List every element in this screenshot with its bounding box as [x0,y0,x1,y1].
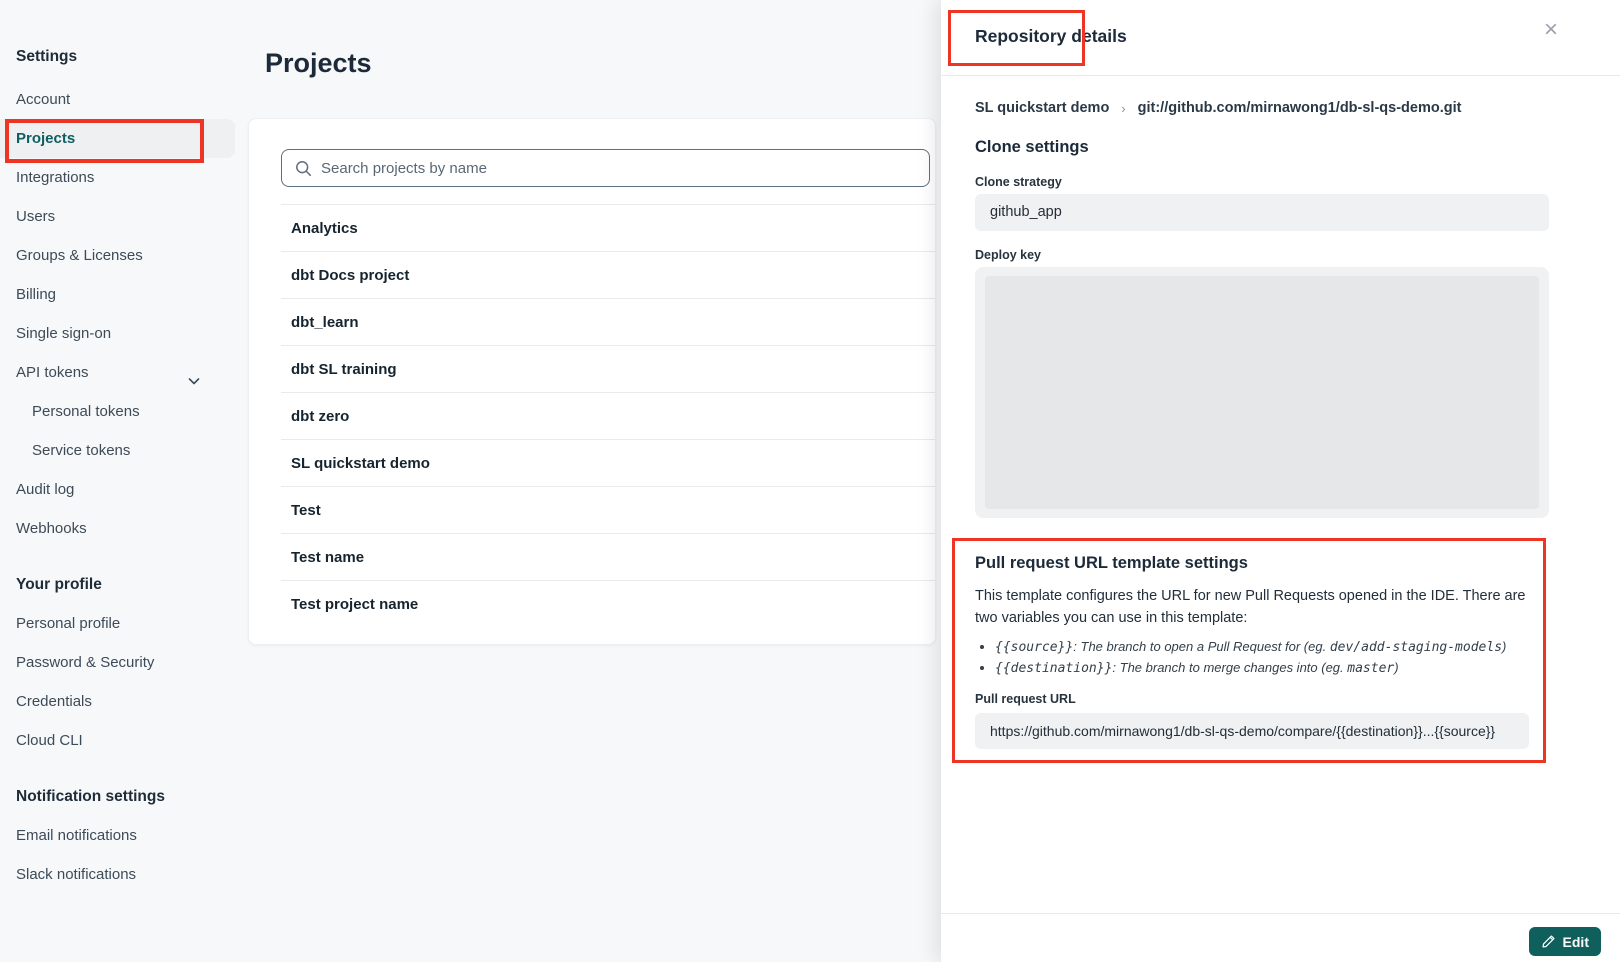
sidebar-item-personal-tokens[interactable]: Personal tokens [0,392,240,431]
sidebar-item-groups-licenses[interactable]: Groups & Licenses [0,236,240,275]
project-row-dbt-sl-training[interactable]: dbt SL training [281,346,935,393]
close-icon[interactable]: × [1544,18,1558,42]
sidebar-item-projects[interactable]: Projects [0,119,235,158]
breadcrumb-project: SL quickstart demo [975,100,1109,116]
project-list: Analytics dbt Docs project dbt_learn dbt… [281,204,935,628]
deploy-key-field [975,267,1549,518]
breadcrumb: SL quickstart demo › git://github.com/mi… [975,100,1461,116]
panel-header-divider [941,75,1620,76]
sidebar-item-integrations[interactable]: Integrations [0,158,240,197]
variable-destination-item: {{destination}}: The branch to merge cha… [995,659,1525,678]
variable-source-item: {{source}}: The branch to open a Pull Re… [995,638,1525,657]
projects-card: Analytics dbt Docs project dbt_learn dbt… [248,118,936,645]
page-title: Projects [265,48,372,79]
edit-button[interactable]: Edit [1529,927,1601,956]
project-row-test[interactable]: Test [281,487,935,534]
sidebar-item-api-tokens[interactable]: API tokens [0,353,240,392]
sidebar-heading-your-profile: Your profile [0,576,240,594]
sidebar-item-webhooks[interactable]: Webhooks [0,509,240,548]
pull-request-template-heading: Pull request URL template settings [975,554,1525,573]
deploy-key-label: Deploy key [975,248,1041,262]
pull-request-url-field[interactable]: https://github.com/mirnawong1/db-sl-qs-d… [975,713,1529,749]
clone-settings-heading: Clone settings [975,138,1089,157]
settings-sidebar: Settings Account Projects Integrations U… [0,0,240,962]
search-input[interactable] [321,160,881,177]
deploy-key-redacted-content [985,276,1539,509]
sidebar-heading-notification-settings: Notification settings [0,788,240,806]
sidebar-item-slack-notifications[interactable]: Slack notifications [0,855,240,894]
clone-strategy-label: Clone strategy [975,175,1062,189]
panel-title: Repository details [975,26,1127,47]
breadcrumb-repo-url: git://github.com/mirnawong1/db-sl-qs-dem… [1138,100,1462,116]
pencil-icon [1541,934,1556,949]
project-row-dbt-docs-project[interactable]: dbt Docs project [281,252,935,299]
sidebar-item-email-notifications[interactable]: Email notifications [0,816,240,855]
panel-footer-divider [941,913,1620,914]
search-icon [295,160,312,177]
pull-request-variable-list: {{source}}: The branch to open a Pull Re… [995,638,1525,678]
pull-request-url-label: Pull request URL [975,692,1525,706]
repository-details-panel: Repository details × SL quickstart demo … [941,0,1620,962]
sidebar-item-account[interactable]: Account [0,80,240,119]
project-search[interactable] [281,149,930,187]
pull-request-template-section: Pull request URL template settings This … [952,538,1546,763]
project-row-dbt-zero[interactable]: dbt zero [281,393,935,440]
sidebar-item-single-sign-on[interactable]: Single sign-on [0,314,240,353]
clone-strategy-field[interactable]: github_app [975,194,1549,231]
project-row-sl-quickstart-demo[interactable]: SL quickstart demo [281,440,935,487]
project-row-test-project-name[interactable]: Test project name [281,581,935,628]
sidebar-item-cloud-cli[interactable]: Cloud CLI [0,721,240,760]
project-row-test-name[interactable]: Test name [281,534,935,581]
pull-request-template-description: This template configures the URL for new… [975,585,1540,630]
project-row-dbt-learn[interactable]: dbt_learn [281,299,935,346]
sidebar-item-password-security[interactable]: Password & Security [0,643,240,682]
sidebar-item-billing[interactable]: Billing [0,275,240,314]
sidebar-item-personal-profile[interactable]: Personal profile [0,604,240,643]
projects-page: Projects Analytics dbt Docs project dbt_… [240,0,941,962]
sidebar-heading-settings: Settings [0,48,240,66]
sidebar-item-audit-log[interactable]: Audit log [0,470,240,509]
edit-button-label: Edit [1563,934,1589,950]
sidebar-item-service-tokens[interactable]: Service tokens [0,431,240,470]
project-row-analytics[interactable]: Analytics [281,205,935,252]
sidebar-item-credentials[interactable]: Credentials [0,682,240,721]
chevron-right-icon: › [1121,101,1125,116]
sidebar-item-users[interactable]: Users [0,197,240,236]
